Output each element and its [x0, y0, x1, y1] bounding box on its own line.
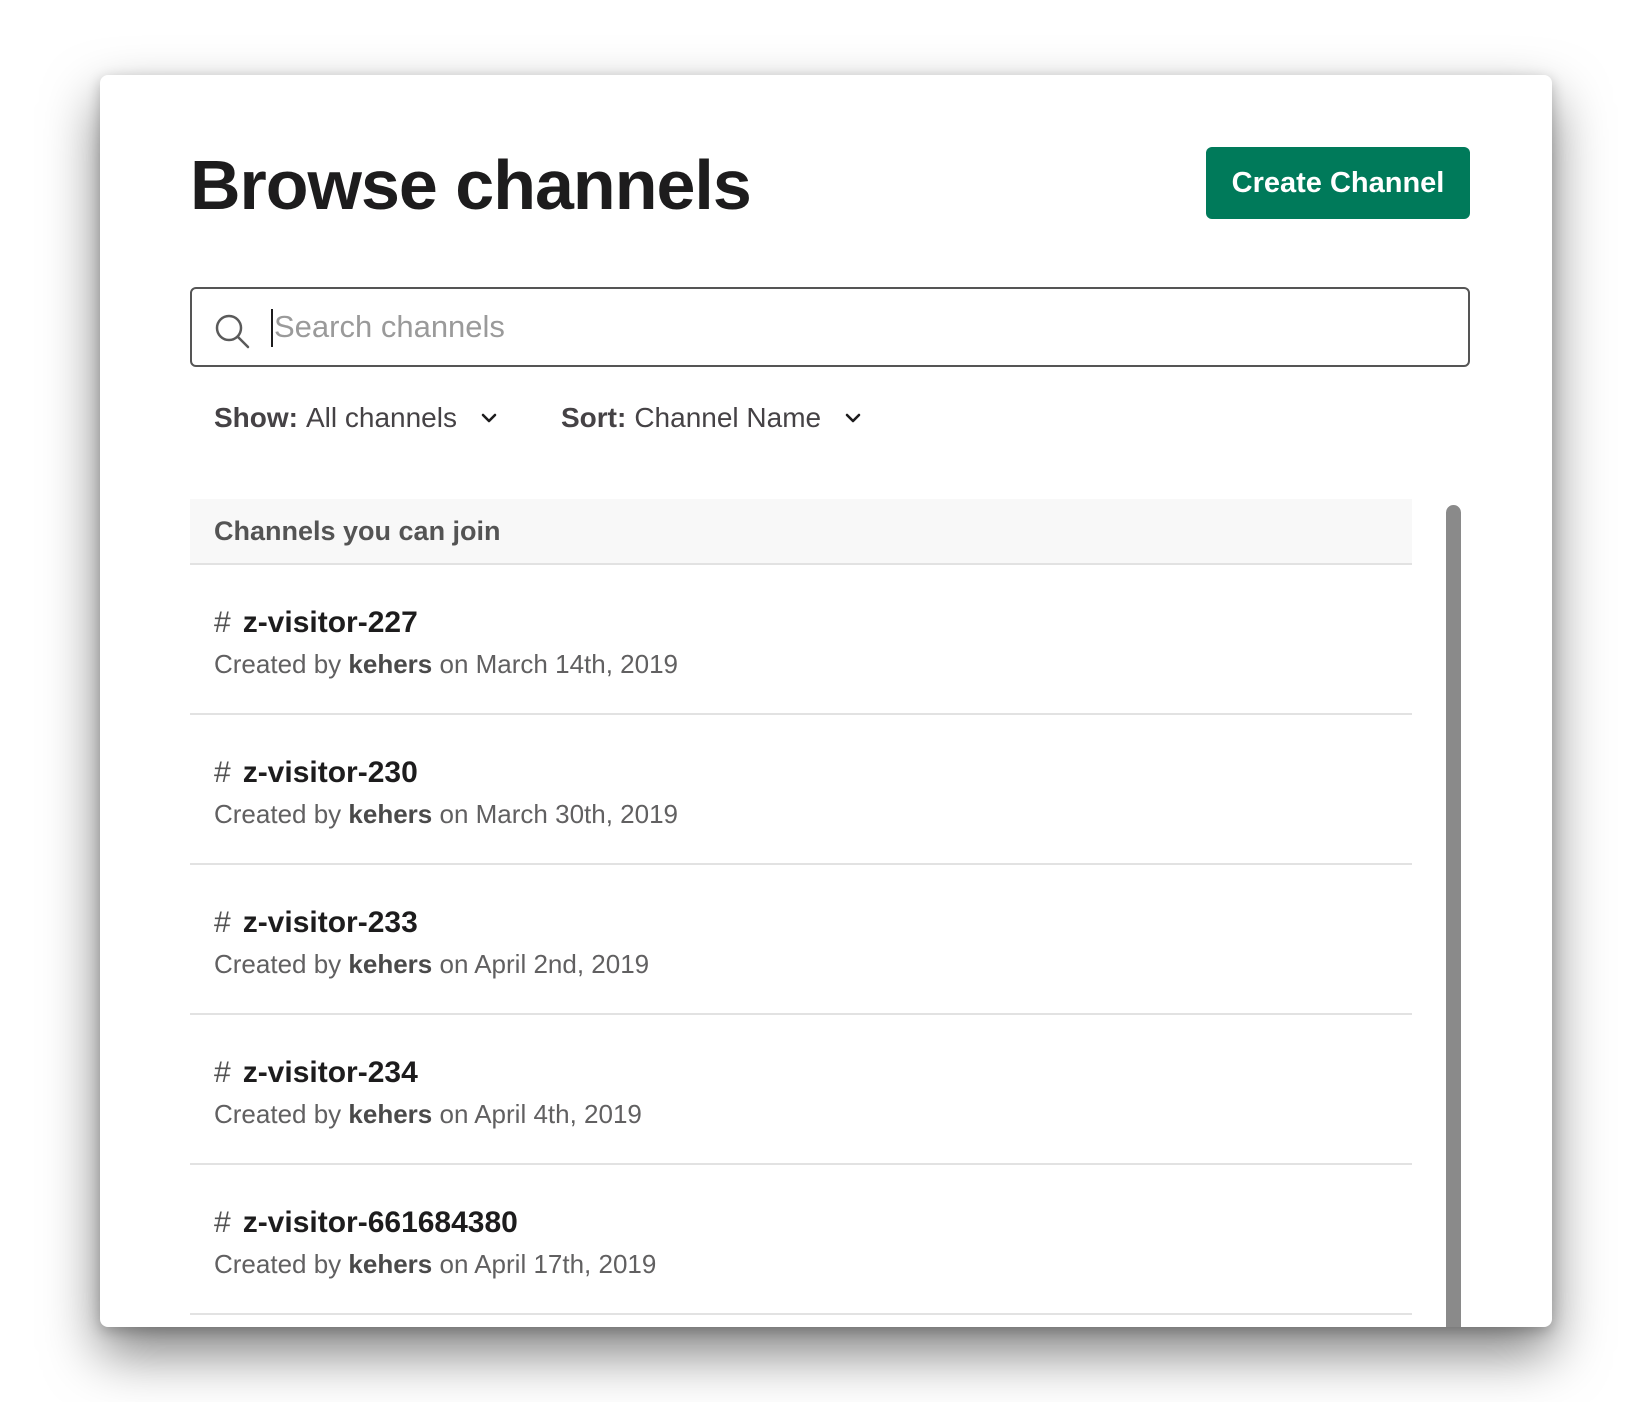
- channel-name-line: # z-visitor-661684380: [214, 1203, 1412, 1243]
- sort-filter-value: Channel Name: [634, 402, 822, 433]
- hash-icon: #: [214, 1056, 231, 1089]
- channel-row[interactable]: # z-visitor-230 Created by kehers on Marc…: [190, 715, 1412, 865]
- channel-creator: kehers: [348, 949, 433, 979]
- channel-row[interactable]: # z-visitor-661684380 Created by kehers o…: [190, 1165, 1412, 1315]
- created-by-prefix: Created by: [214, 649, 342, 679]
- sort-filter-dropdown[interactable]: Sort: Channel Name: [561, 398, 863, 438]
- channel-creator: kehers: [348, 799, 433, 829]
- created-date: on April 17th, 2019: [439, 1249, 657, 1279]
- text-cursor: [271, 309, 273, 347]
- show-filter-value: All channels: [306, 402, 457, 433]
- channel-name-line: # z-visitor-227: [214, 603, 1412, 643]
- channel-meta: Created by kehers on March 30th, 2019: [214, 795, 1412, 833]
- search-input[interactable]: [270, 301, 1454, 353]
- show-filter-label: Show:: [214, 402, 298, 433]
- channel-name-line: # z-visitor-234: [214, 1053, 1412, 1093]
- created-date: on April 4th, 2019: [439, 1099, 642, 1129]
- page-title: Browse channels: [190, 146, 752, 224]
- browse-channels-dialog: Browse channels Create Channel Show: All…: [100, 75, 1552, 1327]
- created-date: on March 14th, 2019: [439, 649, 679, 679]
- channel-name-line: # z-visitor-233: [214, 903, 1412, 943]
- channel-name-line: # z-visitor-230: [214, 753, 1412, 793]
- chevron-down-icon: [481, 413, 497, 423]
- created-date: on March 30th, 2019: [439, 799, 679, 829]
- channel-meta: Created by kehers on March 14th, 2019: [214, 645, 1412, 683]
- chevron-down-icon: [845, 413, 861, 423]
- channel-row[interactable]: # z-visitor-233 Created by kehers on Apri…: [190, 865, 1412, 1015]
- section-title: Channels you can join: [214, 515, 501, 546]
- scrollbar-thumb[interactable]: [1446, 505, 1461, 1327]
- channel-meta: Created by kehers on April 4th, 2019: [214, 1095, 1412, 1133]
- hash-icon: #: [214, 606, 231, 639]
- hash-icon: #: [214, 1206, 231, 1239]
- created-by-prefix: Created by: [214, 949, 342, 979]
- channel-row[interactable]: # z-visitor-234 Created by kehers on Apri…: [190, 1015, 1412, 1165]
- channel-row[interactable]: # z-visitor-227 Created by kehers on Marc…: [190, 565, 1412, 715]
- channel-creator: kehers: [348, 1099, 433, 1129]
- created-by-prefix: Created by: [214, 1099, 342, 1129]
- search-icon: [215, 314, 250, 349]
- channel-name: z-visitor-233: [242, 906, 418, 939]
- created-by-prefix: Created by: [214, 1249, 342, 1279]
- show-filter-dropdown[interactable]: Show: All channels: [214, 398, 499, 438]
- hash-icon: #: [214, 906, 231, 939]
- channel-name: z-visitor-234: [242, 1056, 418, 1089]
- created-date: on April 2nd, 2019: [439, 949, 650, 979]
- section-header: Channels you can join: [190, 499, 1412, 565]
- channel-name: z-visitor-230: [242, 756, 418, 789]
- channel-meta: Created by kehers on April 2nd, 2019: [214, 945, 1412, 983]
- created-by-prefix: Created by: [214, 799, 342, 829]
- channel-list: Channels you can join # z-visitor-227 Cre…: [190, 499, 1412, 1327]
- channel-creator: kehers: [348, 649, 433, 679]
- hash-icon: #: [214, 756, 231, 789]
- search-field[interactable]: [190, 287, 1470, 367]
- channel-meta: Created by kehers on April 17th, 2019: [214, 1245, 1412, 1283]
- channel-name: z-visitor-227: [242, 606, 418, 639]
- channel-creator: kehers: [348, 1249, 433, 1279]
- channel-name: z-visitor-661684380: [242, 1206, 518, 1239]
- create-channel-button[interactable]: Create Channel: [1206, 147, 1470, 219]
- sort-filter-label: Sort:: [561, 402, 627, 433]
